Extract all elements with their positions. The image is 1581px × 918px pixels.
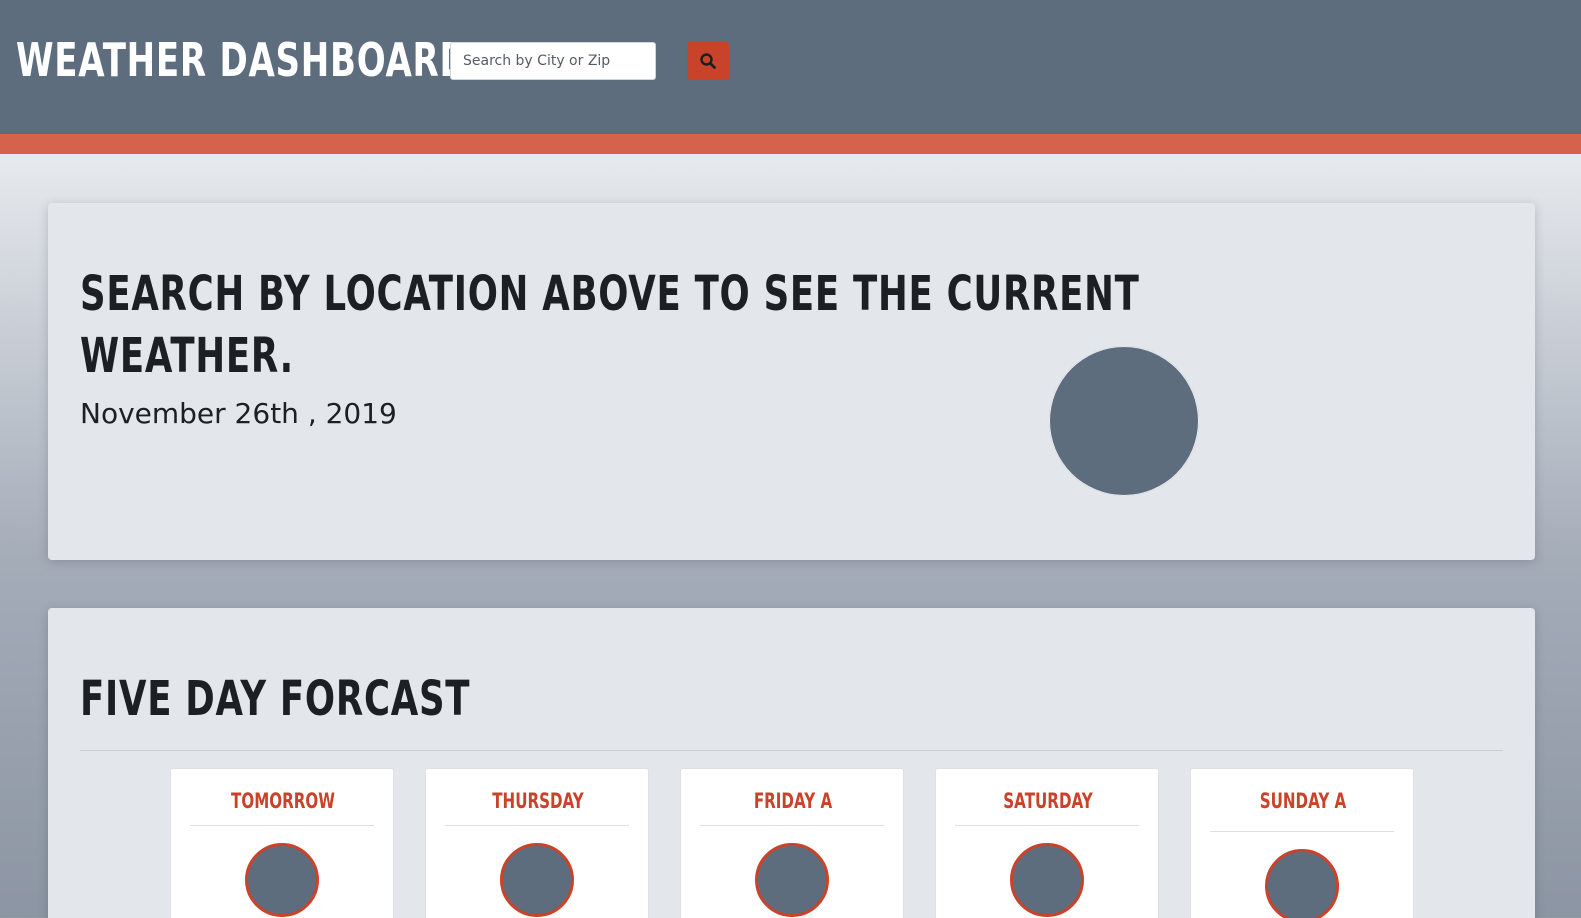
forecast-day-label: Tomorrow [231,789,335,813]
app-title: Weather Dashboard [16,33,469,87]
forecast-title: Five Day Forcast [80,671,471,727]
forecast-weather-icon [500,843,574,917]
forecast-day-card: Sunday A [1190,768,1414,918]
forecast-day-divider [955,825,1139,826]
forecast-day-divider [445,825,629,826]
forecast-day-label: Friday A [753,789,833,813]
forecast-day-divider [700,825,884,826]
forecast-weather-icon [1265,849,1339,918]
current-date: November 26th , 2019 [80,397,397,430]
search-icon [700,53,716,69]
forecast-day-label: Saturday [1003,789,1093,813]
forecast-day-card: Saturday [935,768,1159,918]
forecast-divider [80,750,1503,751]
forecast-day-card: Thursday [425,768,649,918]
header-accent-bar [0,134,1581,154]
header-bar: Weather Dashboard [0,0,1581,134]
forecast-weather-icon [755,843,829,917]
forecast-weather-icon [245,843,319,917]
search-input[interactable] [450,42,656,80]
current-weather-icon [1049,346,1199,496]
forecast-day-divider [1210,831,1394,832]
forecast-day-label: Sunday A [1259,789,1347,813]
forecast-day-card: Tomorrow [170,768,394,918]
current-weather-card: Search by location above to see the curr… [48,203,1535,560]
forecast-day-label: Thursday [492,789,584,813]
current-weather-title: Search by location above to see the curr… [80,266,1140,322]
current-weather-title-continued: weather. [80,328,294,384]
five-day-forecast-card: Five Day Forcast Tomorrow Thursday Frida… [48,608,1535,918]
forecast-weather-icon [1010,843,1084,917]
forecast-day-divider [190,825,374,826]
forecast-day-card: Friday A [680,768,904,918]
search-button[interactable] [687,42,729,80]
